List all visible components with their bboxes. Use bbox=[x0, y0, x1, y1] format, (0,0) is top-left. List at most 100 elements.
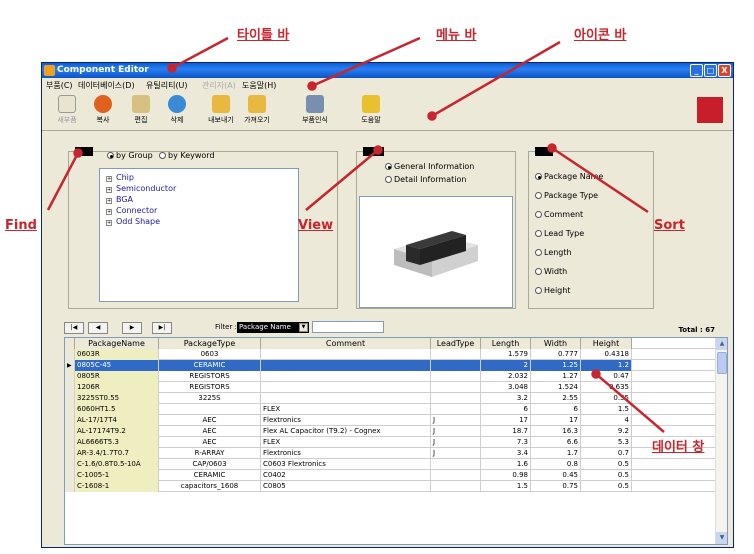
table-cell[interactable]: 1.25 bbox=[531, 360, 581, 371]
table-cell[interactable]: 0.5 bbox=[581, 481, 632, 492]
table-cell[interactable]: 0.5 bbox=[581, 470, 632, 481]
column-header-length[interactable]: Length bbox=[481, 338, 531, 349]
table-cell[interactable]: CERAMIC bbox=[159, 360, 261, 371]
table-cell[interactable]: 6 bbox=[481, 404, 531, 415]
table-cell[interactable]: 0805C-45 bbox=[75, 360, 159, 371]
scroll-down-button[interactable]: ▼ bbox=[716, 532, 727, 544]
table-cell[interactable]: REGISTORS bbox=[159, 371, 261, 382]
table-cell[interactable] bbox=[431, 360, 481, 371]
table-row[interactable]: C-1608-1 capacitors_1608 C0805 1.5 0.75 0.5 bbox=[65, 481, 715, 492]
group-tree[interactable]: + Chip + Semiconductor + BGA + Connector + Od… bbox=[99, 168, 299, 302]
row-indicator[interactable] bbox=[65, 349, 75, 360]
row-indicator[interactable] bbox=[65, 393, 75, 404]
table-cell[interactable]: AEC bbox=[159, 437, 261, 448]
row-indicator[interactable] bbox=[65, 448, 75, 459]
table-cell[interactable]: FLEX bbox=[261, 404, 431, 415]
table-cell[interactable]: 2.032 bbox=[481, 371, 531, 382]
table-cell[interactable]: 0.635 bbox=[581, 382, 632, 393]
row-indicator[interactable] bbox=[65, 371, 75, 382]
table-cell[interactable]: 3.048 bbox=[481, 382, 531, 393]
table-cell[interactable]: J bbox=[431, 415, 481, 426]
radio-sort-comment[interactable]: Comment bbox=[535, 210, 583, 219]
radio-sort-width[interactable]: Width bbox=[535, 267, 567, 276]
menu-admin[interactable]: 관리자(A) bbox=[202, 80, 236, 91]
row-indicator-header[interactable] bbox=[65, 338, 75, 349]
table-row[interactable]: 1206R REGISTORS 3.048 1.524 0.635 bbox=[65, 382, 715, 393]
tree-node-bga[interactable]: + BGA bbox=[106, 195, 133, 204]
table-cell[interactable] bbox=[159, 404, 261, 415]
close-button[interactable]: X bbox=[718, 64, 731, 77]
scroll-thumb[interactable] bbox=[717, 352, 727, 374]
table-cell[interactable]: 6 bbox=[531, 404, 581, 415]
delete-button[interactable]: 삭제 bbox=[162, 93, 192, 129]
table-cell[interactable]: J bbox=[431, 426, 481, 437]
table-cell[interactable]: 2 bbox=[481, 360, 531, 371]
filter-input[interactable] bbox=[312, 321, 384, 333]
table-cell[interactable]: AR-3.4/1.7T0.7 bbox=[75, 448, 159, 459]
column-header-comment[interactable]: Comment bbox=[261, 338, 431, 349]
part-recognition-button[interactable]: 부품인식 bbox=[300, 93, 330, 129]
table-cell[interactable] bbox=[431, 481, 481, 492]
table-cell[interactable]: C0603 Flextronics bbox=[261, 459, 431, 470]
column-header-height[interactable]: Height bbox=[581, 338, 632, 349]
nav-prev-button[interactable]: ◀ bbox=[88, 322, 108, 334]
table-cell[interactable]: AEC bbox=[159, 426, 261, 437]
table-row[interactable]: ▶ 0805C-45 CERAMIC 2 1.25 1.2 bbox=[65, 360, 715, 371]
table-cell[interactable] bbox=[431, 371, 481, 382]
table-cell[interactable]: 1.5 bbox=[581, 404, 632, 415]
radio-by-group[interactable]: by Group bbox=[107, 151, 153, 160]
table-cell[interactable]: 7.3 bbox=[481, 437, 531, 448]
help-button[interactable]: 도움말 bbox=[356, 93, 386, 129]
table-row[interactable]: 0603R 0603 1.579 0.777 0.4318 bbox=[65, 349, 715, 360]
table-cell[interactable]: 1.524 bbox=[531, 382, 581, 393]
table-cell[interactable]: 1.7 bbox=[531, 448, 581, 459]
table-cell[interactable]: capacitors_1608 bbox=[159, 481, 261, 492]
table-cell[interactable]: 0.4318 bbox=[581, 349, 632, 360]
table-cell[interactable]: REGISTORS bbox=[159, 382, 261, 393]
table-row[interactable]: 3225ST0.55 3225S 3.2 2.55 0.55 bbox=[65, 393, 715, 404]
table-row[interactable]: AL-17/17T4 AEC Flextronics J 17 17 4 bbox=[65, 415, 715, 426]
row-indicator[interactable] bbox=[65, 415, 75, 426]
table-cell[interactable]: 0805R bbox=[75, 371, 159, 382]
table-row[interactable]: 0805R REGISTORS 2.032 1.27 0.47 bbox=[65, 371, 715, 382]
new-part-button[interactable]: 새부품 bbox=[52, 93, 82, 129]
radio-sort-lead-type[interactable]: Lead Type bbox=[535, 229, 584, 238]
table-cell[interactable]: J bbox=[431, 448, 481, 459]
table-row[interactable]: C-1005-1 CERAMIC C0402 0.98 0.45 0.5 bbox=[65, 470, 715, 481]
table-cell[interactable]: 0.8 bbox=[531, 459, 581, 470]
table-cell[interactable]: AL-17/17T4 bbox=[75, 415, 159, 426]
minimize-button[interactable]: _ bbox=[690, 64, 703, 77]
table-cell[interactable]: 0.75 bbox=[531, 481, 581, 492]
table-cell[interactable]: 5.3 bbox=[581, 437, 632, 448]
table-row[interactable]: AL6666T5.3 AEC FLEX J 7.3 6.6 5.3 bbox=[65, 437, 715, 448]
table-cell[interactable] bbox=[431, 349, 481, 360]
table-cell[interactable]: AEC bbox=[159, 415, 261, 426]
column-header-packagetype[interactable]: PackageType bbox=[159, 338, 261, 349]
table-cell[interactable]: 0.98 bbox=[481, 470, 531, 481]
table-cell[interactable]: C-1.6/0.8T0.5-10A bbox=[75, 459, 159, 470]
radio-by-keyword[interactable]: by Keyword bbox=[159, 151, 215, 160]
table-cell[interactable]: CAP/0603 bbox=[159, 459, 261, 470]
radio-sort-height[interactable]: Height bbox=[535, 286, 570, 295]
radio-sort-length[interactable]: Length bbox=[535, 248, 572, 257]
radio-general-information[interactable]: General Information bbox=[385, 162, 474, 171]
table-cell[interactable]: 3225S bbox=[159, 393, 261, 404]
table-cell[interactable] bbox=[261, 393, 431, 404]
table-cell[interactable]: C-1005-1 bbox=[75, 470, 159, 481]
table-cell[interactable] bbox=[261, 349, 431, 360]
menu-help[interactable]: 도움말(H) bbox=[242, 80, 276, 91]
table-cell[interactable]: CERAMIC bbox=[159, 470, 261, 481]
table-cell[interactable]: 18.7 bbox=[481, 426, 531, 437]
table-cell[interactable]: 1.6 bbox=[481, 459, 531, 470]
table-cell[interactable]: J bbox=[431, 437, 481, 448]
table-cell[interactable] bbox=[431, 470, 481, 481]
table-cell[interactable]: 0.5 bbox=[581, 459, 632, 470]
scroll-up-button[interactable]: ▲ bbox=[716, 338, 727, 350]
table-cell[interactable]: 0.7 bbox=[581, 448, 632, 459]
table-cell[interactable]: 4 bbox=[581, 415, 632, 426]
table-cell[interactable]: Flextronics bbox=[261, 448, 431, 459]
table-cell[interactable]: C0805 bbox=[261, 481, 431, 492]
filter-select[interactable]: Package Name ▼ bbox=[237, 322, 309, 333]
table-cell[interactable]: Flextronics bbox=[261, 415, 431, 426]
nav-last-button[interactable]: ▶| bbox=[152, 322, 172, 334]
